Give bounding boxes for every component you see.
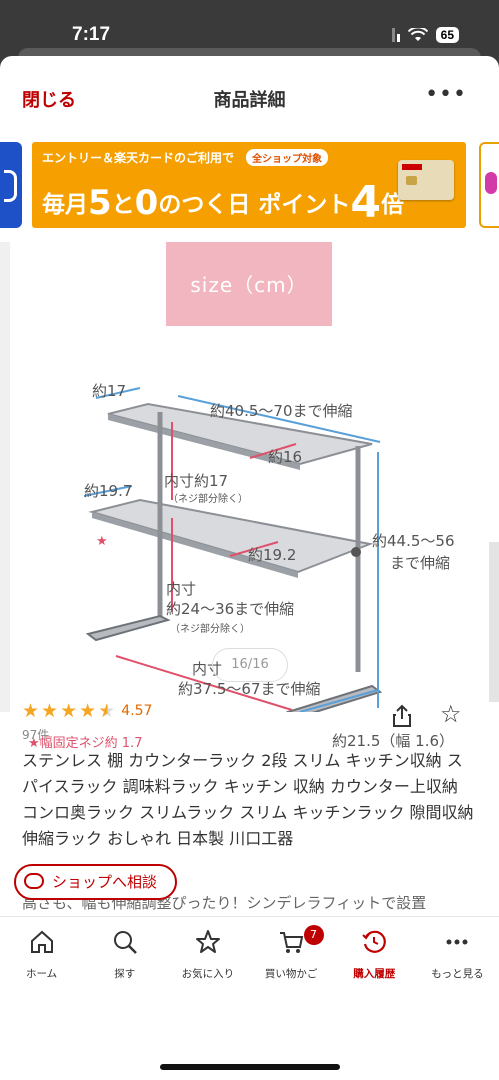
prev-banner-peek[interactable]: [0, 142, 22, 228]
search-icon: [113, 931, 137, 954]
banner-text-c: のつく日 ポイント: [158, 192, 351, 218]
dim-inner-width-label: 内寸: [166, 580, 197, 598]
star-icon: ★: [79, 700, 97, 722]
star-icon: ★: [60, 700, 78, 722]
promo-banner-carousel[interactable]: エントリー＆楽天カードのご利用で 全ショップ対象 毎月5と0のつく日 ポイント4…: [0, 142, 499, 230]
battery-icon: 65: [435, 27, 459, 43]
rack-diagram: [83, 387, 383, 712]
review-count[interactable]: 97件: [22, 726, 49, 743]
tab-cart[interactable]: 7 買い物かご: [250, 917, 333, 1024]
dim-inner-depth-mid: 約19.2: [248, 546, 297, 564]
status-time: 7:17: [72, 24, 111, 45]
tab-search-label: 探す: [114, 968, 136, 980]
tab-home-label: ホーム: [25, 968, 58, 980]
dim-inner-height-note: （ネジ部分除く）: [168, 494, 248, 505]
dim-inner-height: 内寸約17: [164, 472, 229, 490]
dim-depth-mid: 約19.7: [84, 482, 133, 500]
history-icon: [362, 930, 387, 953]
dim-inner-width-note: （ネジ部分除く）: [170, 624, 250, 635]
tab-more[interactable]: もっと見る: [416, 917, 499, 1024]
tab-history-label: 購入履歴: [353, 968, 396, 980]
banner-line1: エントリー＆楽天カードのご利用で: [42, 151, 235, 165]
dim-depth-top: 約17: [92, 382, 127, 400]
shop-consult-button[interactable]: ショップへ相談: [14, 864, 177, 900]
banner-num-4: 4: [350, 177, 381, 228]
star-icon: ★: [22, 700, 40, 722]
banner-num-0: 0: [134, 183, 159, 223]
banner-headline: 毎月5と0のつく日 ポイント4倍: [42, 172, 404, 228]
dim-inner-depth-top: 約16: [268, 448, 303, 466]
home-icon: [30, 930, 53, 953]
shop-consult-label: ショップへ相談: [52, 873, 158, 891]
half-star-icon: ★: [98, 700, 116, 722]
next-banner-peek[interactable]: [479, 142, 499, 228]
credit-card-icon: [398, 160, 454, 200]
dim-width-top: 約40.5～70まで伸縮: [210, 402, 353, 420]
product-image-gallery[interactable]: size（cm） 約17 約40.5～70まで伸縮 約16 内寸約17 （ネジ部…: [0, 242, 499, 751]
share-icon[interactable]: [392, 704, 412, 728]
banner-text-a: 毎月: [42, 192, 88, 218]
chat-bubble-icon: [24, 873, 44, 889]
tab-favorites-label: お気に入り: [181, 968, 235, 980]
dim-height-total-2: まで伸縮: [390, 554, 451, 572]
cart-icon: [280, 932, 304, 953]
rating-value: 4.57: [121, 703, 153, 719]
banner-text-b: と: [111, 192, 135, 218]
banner-tag: 全ショップ対象: [246, 149, 328, 166]
tab-search[interactable]: 探す: [83, 917, 166, 1024]
star-icon: [195, 930, 220, 953]
home-indicator: [160, 1064, 340, 1070]
cart-badge: 7: [303, 925, 324, 945]
status-icons: 65: [391, 27, 459, 43]
star-icon: ★: [41, 700, 59, 722]
star-mark: ★: [96, 534, 108, 549]
tab-cart-label: 買い物かご: [264, 968, 318, 980]
tab-more-label: もっと見る: [431, 968, 484, 980]
favorite-star-icon[interactable]: ☆: [440, 700, 462, 728]
promo-banner[interactable]: エントリー＆楽天カードのご利用で 全ショップ対象 毎月5と0のつく日 ポイント4…: [32, 142, 466, 228]
signal-icon: [391, 28, 400, 42]
image-pager: 16/16: [212, 648, 288, 682]
banner-num-5: 5: [88, 183, 112, 223]
product-title: ステンレス 棚 カウンターラック 2段 スリム キッチン収納 スパイスラック 調…: [22, 751, 474, 848]
wifi-icon: [407, 28, 428, 41]
dim-height-total: 約44.5～56: [372, 532, 455, 550]
tab-home[interactable]: ホーム: [0, 917, 83, 1024]
rating-stars[interactable]: ★ ★ ★ ★ ★ 4.57: [22, 700, 152, 722]
tab-favorites[interactable]: お気に入り: [166, 917, 249, 1024]
dim-inner-width: 約24～36まで伸縮: [166, 600, 295, 618]
tab-history[interactable]: 購入履歴: [333, 917, 416, 1024]
more-icon: [446, 939, 468, 945]
bottom-tab-bar: ホーム 探す お気に入り 7 買い物かご 購入履歴 もっと見る: [0, 916, 499, 1024]
